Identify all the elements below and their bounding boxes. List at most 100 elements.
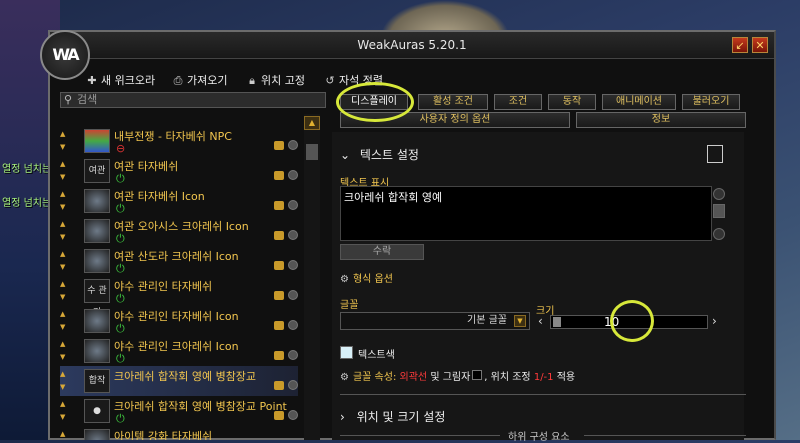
- power-icon[interactable]: ⏻: [116, 292, 125, 306]
- power-icon[interactable]: ⏻: [116, 232, 125, 246]
- group-dot-icon[interactable]: [288, 380, 298, 390]
- aura-icon: [84, 219, 110, 243]
- group-dot-icon[interactable]: [288, 170, 298, 180]
- group-dot-icon[interactable]: [288, 140, 298, 150]
- group-dot-icon[interactable]: [288, 290, 298, 300]
- list-item[interactable]: ▲ ▼ 야수 관리인 크아레쉬 Icon ⏻: [60, 336, 298, 366]
- list-item[interactable]: ▲ ▼ 여관 산도라 크아레쉬 Icon ⏻: [60, 246, 298, 276]
- search-input[interactable]: ⚲ 검색: [60, 92, 326, 108]
- chevron-right-icon: ›: [340, 410, 345, 424]
- group-dot-icon[interactable]: [288, 350, 298, 360]
- text-display-input[interactable]: 크아레쉬 합작회 영예: [340, 186, 712, 241]
- tab-animations[interactable]: 애니메이션: [602, 94, 676, 110]
- group-dot-icon[interactable]: [288, 260, 298, 270]
- aura-name: 여관 타자베쉬 Icon: [114, 190, 205, 203]
- list-item[interactable]: ▲ ▼ 야수 관리인 타자베쉬 Icon ⏻: [60, 306, 298, 336]
- reorder-arrows-icon[interactable]: ▲▼: [60, 218, 68, 244]
- search-icon: ⚲: [64, 93, 73, 106]
- aura-icon: ●: [84, 399, 110, 423]
- list-item-selected[interactable]: ▲ ▼ 합작 크아레쉬 합작회 영예 병참장교: [60, 366, 298, 396]
- power-icon[interactable]: ⏻: [116, 412, 125, 426]
- reorder-arrows-icon[interactable]: ▲▼: [60, 248, 68, 274]
- scroll-up-icon[interactable]: [713, 188, 725, 200]
- text-color-label: 텍스트색: [358, 350, 395, 361]
- list-item[interactable]: ▲▼ 아이템 강화 타자베쉬: [60, 426, 298, 440]
- chevron-left-icon[interactable]: ‹: [538, 314, 543, 328]
- view-toggle-icon[interactable]: [274, 381, 284, 390]
- group-dot-icon[interactable]: [288, 410, 298, 420]
- font-attributes-line[interactable]: ⚙ 글꼴 속성: 외곽선 및 그림자, 위치 조정 1/-1 적용: [340, 368, 575, 383]
- list-item[interactable]: ▲ ▼ 여관 여관 타자베쉬 ⏻: [60, 156, 298, 186]
- close-button[interactable]: ✕: [752, 37, 768, 53]
- collapse-button[interactable]: 수락: [340, 244, 424, 260]
- new-aura-button[interactable]: ✚ 새 위크오라: [86, 72, 155, 88]
- text-display-scrollbar[interactable]: [713, 186, 725, 241]
- minimize-button[interactable]: ↙: [732, 37, 748, 53]
- list-item[interactable]: ▲▼ 수 관리 야수 관리인 타자베쉬 ⏻: [60, 276, 298, 318]
- tab-trigger[interactable]: 활성 조건: [418, 94, 488, 110]
- view-toggle-icon[interactable]: [274, 291, 284, 300]
- power-icon[interactable]: ⏻: [116, 322, 125, 336]
- reorder-arrows-icon[interactable]: ▲▼: [60, 278, 68, 304]
- aura-icon: [84, 249, 110, 273]
- list-item[interactable]: ▲ ▼ 내부전쟁 - 타자베쉬 NPC ⊖: [60, 126, 298, 156]
- aura-name: 크아레쉬 합작회 영예 병참장교 Point: [114, 400, 287, 413]
- format-options-toggle[interactable]: ⚙ 형식 옵션: [340, 270, 393, 285]
- list-item[interactable]: ▲ ▼ ● 크아레쉬 합작회 영예 병참장교 Point ⏻: [60, 396, 298, 426]
- view-toggle-icon[interactable]: [274, 231, 284, 240]
- list-item[interactable]: ▲ ▼ 여관 오아시스 크아레쉬 Icon ⏻: [60, 216, 298, 246]
- plus-icon: ✚: [87, 74, 97, 87]
- power-icon[interactable]: ⏻: [116, 352, 125, 366]
- reorder-arrows-icon[interactable]: ▲▼: [60, 158, 68, 184]
- view-toggle-icon[interactable]: [274, 321, 284, 330]
- tab-conditions[interactable]: 조건: [494, 94, 542, 110]
- reorder-arrows-icon[interactable]: ▲▼: [60, 308, 68, 334]
- tab-load[interactable]: 불러오기: [682, 94, 740, 110]
- reorder-arrows-icon[interactable]: ▲▼: [60, 188, 68, 214]
- view-toggle-icon[interactable]: [274, 351, 284, 360]
- aura-icon: [84, 339, 110, 363]
- scroll-down-icon[interactable]: [713, 228, 725, 240]
- title-bar[interactable]: WeakAuras 5.20.1 ↙ ✕: [50, 32, 774, 59]
- tab-information[interactable]: 정보: [576, 112, 746, 128]
- view-toggle-icon[interactable]: [274, 201, 284, 210]
- font-dropdown[interactable]: 기본 글꼴 ▼: [340, 312, 530, 330]
- scroll-up-icon[interactable]: ▲: [304, 116, 320, 130]
- list-item[interactable]: ▲ ▼ 여관 타자베쉬 Icon ⏻: [60, 186, 298, 216]
- aura-name: 크아레쉬 합작회 영예 병참장교: [114, 370, 257, 383]
- aura-name: 야수 관리인 크아레쉬 Icon: [114, 340, 239, 353]
- group-dot-icon[interactable]: [288, 320, 298, 330]
- power-icon[interactable]: ⏻: [116, 172, 125, 186]
- reorder-arrows-icon[interactable]: ▲▼: [60, 428, 68, 440]
- tab-actions[interactable]: 동작: [548, 94, 596, 110]
- text-settings-header[interactable]: ⌄ 텍스트 설정: [340, 146, 419, 163]
- reorder-arrows-icon[interactable]: ▲▼: [60, 398, 68, 424]
- group-dot-icon[interactable]: [288, 230, 298, 240]
- scroll-thumb[interactable]: [713, 204, 725, 218]
- aura-name: 여관 오아시스 크아레쉬 Icon: [114, 220, 249, 233]
- group-dot-icon[interactable]: [288, 200, 298, 210]
- text-color-swatch[interactable]: [340, 346, 353, 359]
- lock-position-button[interactable]: 🔒︎ 위치 고정: [246, 72, 305, 88]
- scroll-thumb[interactable]: [306, 144, 318, 160]
- reorder-arrows-icon[interactable]: ▲▼: [60, 128, 68, 154]
- view-toggle-icon[interactable]: [274, 171, 284, 180]
- aura-list-scrollbar[interactable]: ▲: [304, 114, 320, 440]
- view-toggle-icon[interactable]: [274, 261, 284, 270]
- disabled-icon[interactable]: ⊖: [116, 142, 125, 155]
- slider-thumb[interactable]: [553, 317, 561, 327]
- view-toggle-icon[interactable]: [274, 141, 284, 150]
- reorder-arrows-icon[interactable]: ▲▼: [60, 338, 68, 364]
- aura-list: ▲ ▼ 내부전쟁 - 타자베쉬 NPC ⊖ ▲ ▼ 여관 여관 타자베쉬 ⏻ ▲ ▼ …: [60, 112, 322, 440]
- power-icon[interactable]: ⏻: [116, 262, 125, 276]
- divider: [340, 394, 746, 395]
- font-label: 글꼴: [340, 300, 359, 311]
- book-icon[interactable]: [707, 145, 723, 163]
- chevron-right-icon[interactable]: ›: [712, 314, 717, 328]
- aura-name: 야수 관리인 타자베쉬: [114, 280, 213, 293]
- power-icon[interactable]: ⏻: [116, 202, 125, 216]
- position-size-header[interactable]: › 위치 및 크기 설정: [340, 408, 445, 425]
- view-toggle-icon[interactable]: [274, 411, 284, 420]
- import-button[interactable]: ⎙ 가져오기: [172, 72, 228, 88]
- reorder-arrows-icon[interactable]: ▲▼: [60, 368, 68, 394]
